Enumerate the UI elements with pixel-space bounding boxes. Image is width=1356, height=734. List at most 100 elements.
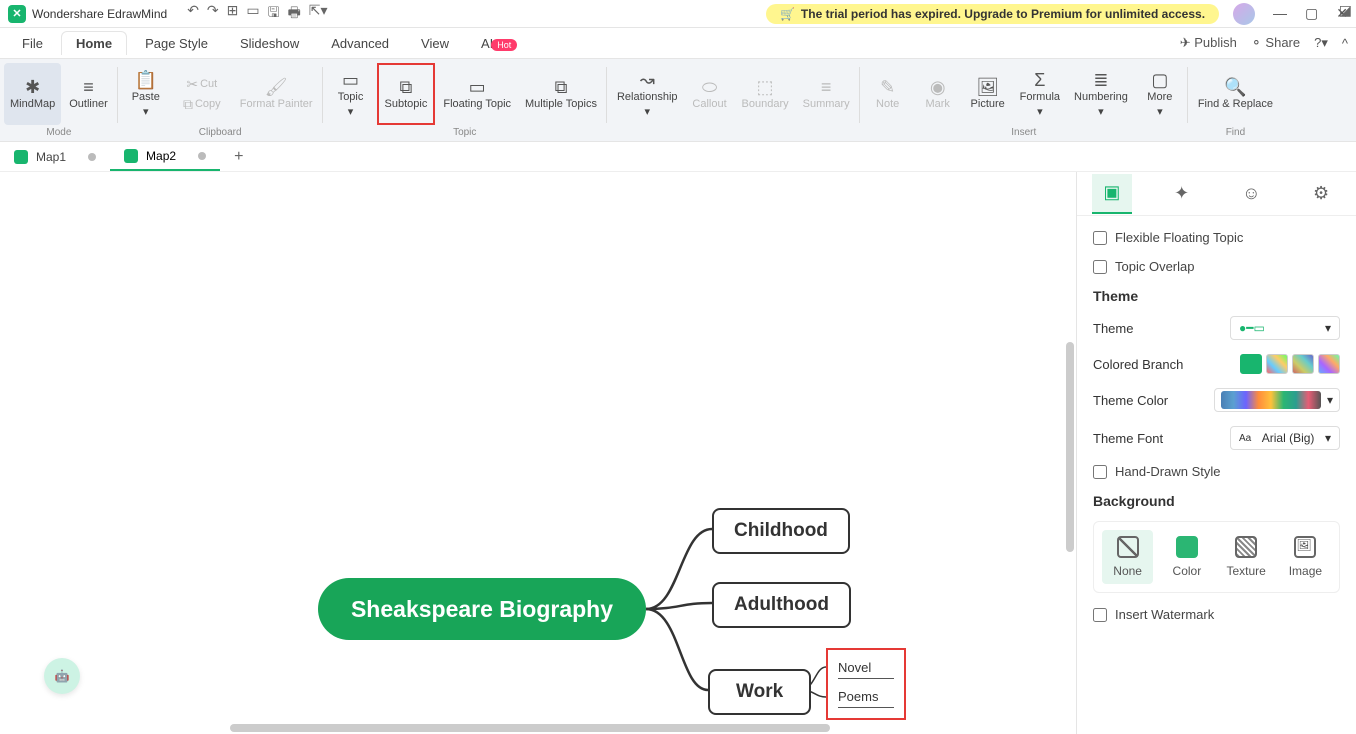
theme-color-label: Theme Color [1093,393,1168,408]
robot-icon: 🤖 [55,669,70,683]
background-header: Background [1093,493,1340,509]
subtopic-novel[interactable]: Novel [838,660,894,679]
share-button[interactable]: ⚬ Share [1251,35,1300,51]
workspace: Sheakspeare Biography Childhood Adulthoo… [0,172,1356,734]
cut-icon: ✂ [186,77,198,91]
theme-selector[interactable]: ●━▭▾ [1230,316,1340,340]
export-icon[interactable]: ⇱▾ [309,2,328,26]
callout-button[interactable]: ⬭Callout [686,63,734,125]
horizontal-scrollbar[interactable] [230,724,830,732]
menu-view[interactable]: View [407,32,463,55]
outliner-button[interactable]: ≡Outliner [63,63,114,125]
relationship-icon: ↝ [640,71,655,89]
floating-icon: ▭ [469,78,486,96]
redo-icon[interactable]: ↷ [207,2,219,26]
watermark-checkbox[interactable]: Insert Watermark [1093,607,1340,622]
note-button[interactable]: ✎Note [864,63,912,125]
topic-work[interactable]: Work [708,669,811,715]
panel-toggle-icon[interactable]: ◪ [1339,2,1352,19]
undo-icon[interactable]: ↶ [187,2,199,26]
more-button[interactable]: ▢More▾ [1136,63,1184,125]
picture-button[interactable]: 🖼Picture [964,63,1012,125]
mindmap-button[interactable]: ✱MindMap [4,63,61,125]
theme-header: Theme [1093,288,1340,304]
topic-overlap-checkbox[interactable]: Topic Overlap [1093,259,1340,274]
document-tabs: Map1 Map2 + ◪ [0,142,1356,172]
bg-color-button[interactable]: Color [1161,530,1212,584]
picture-icon: 🖼 [976,78,999,96]
chat-fab[interactable]: 🤖 [44,658,80,694]
collapse-ribbon-icon[interactable]: ^ [1342,36,1348,51]
panel-tab-style[interactable]: ▣ [1092,174,1132,214]
save-icon[interactable]: 🖫 [268,2,280,26]
topic-button[interactable]: ▭Topic▾ [327,63,375,125]
doc-tab-map2[interactable]: Map2 [110,142,220,171]
flexible-floating-checkbox[interactable]: Flexible Floating Topic [1093,230,1340,245]
topic-adulthood[interactable]: Adulthood [712,582,851,628]
swatch-3[interactable] [1292,354,1314,374]
formula-button[interactable]: ΣFormula▾ [1014,63,1066,125]
menu-advanced[interactable]: Advanced [317,32,403,55]
menu-ai[interactable]: AIHot [467,32,531,55]
bg-texture-button[interactable]: Texture [1221,530,1272,584]
new-icon[interactable]: ⊞ [227,2,239,26]
menu-page-style[interactable]: Page Style [131,32,222,55]
user-avatar[interactable] [1233,3,1255,25]
minimize-icon[interactable]: — [1273,5,1287,22]
copy-button[interactable]: ⧉Copy [172,95,232,113]
add-tab-button[interactable]: + [226,148,251,166]
texture-icon [1235,536,1257,558]
subtopic-button[interactable]: ⧉Subtopic [377,63,436,125]
doc-tab-map1[interactable]: Map1 [0,142,110,171]
summary-button[interactable]: ≡Summary [797,63,856,125]
formula-icon: Σ [1034,71,1045,89]
panel-tab-settings[interactable]: ⚙ [1301,174,1341,214]
relationship-button[interactable]: ↝Relationship▾ [611,63,684,125]
theme-color-selector[interactable]: ▾ [1214,388,1340,412]
bg-none-button[interactable]: None [1102,530,1153,584]
numbering-button[interactable]: ≣Numbering▾ [1068,63,1134,125]
mark-icon: ◉ [930,78,946,96]
panel-tab-ai[interactable]: ✦ [1162,174,1202,214]
open-icon[interactable]: ▭ [246,2,259,26]
hand-drawn-checkbox[interactable]: Hand-Drawn Style [1093,464,1340,479]
menu-file[interactable]: File [8,32,57,55]
theme-font-selector[interactable]: AaArial (Big)▾ [1230,426,1340,450]
copy-icon: ⧉ [183,97,193,111]
connector-lines [0,172,1076,734]
floating-topic-button[interactable]: ▭Floating Topic [437,63,517,125]
mark-button[interactable]: ◉Mark [914,63,962,125]
maximize-icon[interactable]: ▢ [1305,5,1318,22]
swatch-1[interactable] [1240,354,1262,374]
topic-childhood[interactable]: Childhood [712,508,850,554]
publish-button[interactable]: ✈ Publish [1180,35,1237,51]
swatch-4[interactable] [1318,354,1340,374]
cart-icon: 🛒 [780,7,795,21]
help-icon[interactable]: ?▾ [1314,35,1328,51]
paste-button[interactable]: 📋Paste▾ [122,63,170,125]
print-icon[interactable]: 🖶 [288,2,301,26]
menu-home[interactable]: Home [61,31,127,55]
note-icon: ✎ [880,78,895,96]
format-painter-button[interactable]: 🖌Format Painter [234,63,319,125]
trial-banner[interactable]: 🛒 The trial period has expired. Upgrade … [766,4,1219,24]
canvas[interactable]: Sheakspeare Biography Childhood Adulthoo… [0,172,1076,734]
panel-tab-icons[interactable]: ☺ [1231,174,1271,214]
window-controls: — ▢ ✕ [1273,5,1348,22]
boundary-button[interactable]: ⬚Boundary [736,63,795,125]
doc-icon [124,149,138,163]
vertical-scrollbar[interactable] [1066,342,1074,552]
multiple-topics-button[interactable]: ⧉Multiple Topics [519,63,603,125]
menu-slideshow[interactable]: Slideshow [226,32,313,55]
title-bar: ✕ Wondershare EdrawMind ↶ ↷ ⊞ ▭ 🖫 🖶 ⇱▾ 🛒… [0,0,1356,28]
find-replace-button[interactable]: 🔍Find & Replace [1192,63,1279,125]
central-topic[interactable]: Sheakspeare Biography [318,578,646,640]
outliner-icon: ≡ [83,78,94,96]
subtopic-poems[interactable]: Poems [838,689,894,708]
trial-text: The trial period has expired. Upgrade to… [801,7,1205,21]
none-icon [1117,536,1139,558]
cut-button[interactable]: ✂Cut [172,75,232,93]
swatch-2[interactable] [1266,354,1288,374]
bg-image-button[interactable]: 🖼Image [1280,530,1331,584]
paste-icon: 📋 [135,71,157,89]
